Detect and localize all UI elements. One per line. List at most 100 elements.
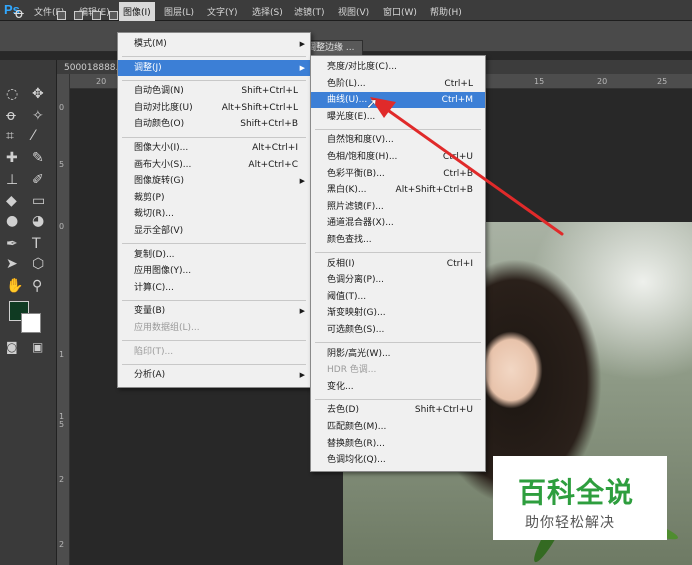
crop-tool-icon[interactable]: ⌗	[6, 128, 14, 144]
ruler-tick-label: 0	[59, 103, 65, 112]
menu-item-label: 应用图像(Y)...	[134, 266, 192, 277]
menu-8[interactable]: 窗口(W)	[383, 5, 417, 18]
add-selection-icon[interactable]	[74, 11, 83, 20]
menu-item[interactable]: 替换颜色(R)...	[311, 436, 485, 452]
menu-separator	[122, 243, 306, 245]
screen-mode-icon[interactable]: ▣	[32, 340, 43, 354]
menu-item[interactable]: 计算(C)...	[118, 280, 310, 296]
new-selection-icon[interactable]	[57, 11, 66, 20]
dodge-tool-icon[interactable]: ◕	[32, 213, 44, 229]
menu-5[interactable]: 选择(S)	[252, 5, 283, 18]
type-tool-icon[interactable]: T	[32, 236, 41, 252]
menu-9[interactable]: 帮助(H)	[430, 5, 462, 18]
shape-tool-icon[interactable]: ⬡	[32, 256, 44, 272]
menu-item-label: 去色(D)	[327, 405, 359, 416]
menu-item[interactable]: 渐变映射(G)...	[311, 305, 485, 321]
document-tab[interactable]: 500018888...	[64, 63, 124, 73]
watermark-title: 百科全说	[518, 476, 635, 509]
menu-separator	[122, 363, 306, 365]
healing-brush-icon[interactable]: ✚	[6, 150, 18, 166]
move-tool-icon[interactable]: ✥	[32, 86, 44, 102]
menu-separator	[315, 342, 481, 344]
ruler-tick-label: 15	[534, 77, 545, 86]
brush-tool-icon[interactable]: ✎	[32, 150, 44, 166]
marquee-tool-icon[interactable]: ◌	[6, 86, 18, 102]
pen-tool-icon[interactable]: ✒	[6, 236, 18, 252]
history-brush-icon[interactable]: ✐	[32, 172, 44, 188]
subtract-selection-icon[interactable]	[92, 11, 101, 20]
menu-item-shortcut: Alt+Shift+Ctrl+L	[221, 102, 298, 113]
refine-edge-button[interactable]: 调整边缘 ...	[304, 40, 364, 56]
menu-separator	[122, 299, 306, 301]
menu-item[interactable]: 裁剪(P)	[118, 190, 310, 206]
menu-item[interactable]: 阴影/高光(W)...	[311, 346, 485, 362]
menu-item[interactable]: 应用图像(Y)...	[118, 263, 310, 279]
lasso-tool-icon[interactable]: ꝋ	[14, 6, 24, 22]
menu-item[interactable]: 亮度/对比度(C)...	[311, 59, 485, 75]
menu-item-label: 渐变映射(G)...	[327, 308, 386, 319]
menu-item[interactable]: 自动颜色(O) Shift+Ctrl+B	[118, 116, 310, 132]
menu-3[interactable]: 图层(L)	[164, 5, 194, 18]
menu-item-label: 计算(C)...	[134, 282, 174, 293]
menu-item[interactable]: 分析(A) ▶	[118, 367, 310, 383]
image-menu: 模式(M) ▶ 调整(J) ▶ 自动色调(N) Shift+Ctrl+L 自动对比度(U) A…	[117, 32, 311, 388]
menu-item-label: 自动对比度(U)	[134, 102, 193, 113]
menu-item[interactable]: 自动对比度(U) Alt+Shift+Ctrl+L	[118, 100, 310, 116]
menu-item[interactable]: 图像旋转(G) ▶	[118, 173, 310, 189]
eyedropper-icon[interactable]: ⁄	[32, 128, 34, 144]
submenu-arrow-icon: ▶	[299, 177, 305, 186]
menu-item[interactable]: 裁切(R)...	[118, 206, 310, 222]
quick-mask-icon[interactable]: ◙	[6, 340, 18, 354]
clone-stamp-icon[interactable]: ⊥	[6, 172, 18, 188]
menu-separator	[315, 252, 481, 254]
submenu-arrow-icon: ▶	[299, 307, 305, 316]
blur-tool-icon[interactable]: ●	[6, 213, 18, 229]
menu-4[interactable]: 文字(Y)	[207, 5, 238, 18]
ruler-tick-label: 20	[96, 77, 107, 86]
mouse-cursor-icon: ➚	[366, 96, 378, 112]
menu-6[interactable]: 滤镜(T)	[294, 5, 325, 18]
menu-item[interactable]: 复制(D)...	[118, 247, 310, 263]
menu-item-shortcut: Shift+Ctrl+B	[240, 119, 298, 130]
menu-item-label: 色调分离(P)...	[327, 275, 385, 286]
menu-item[interactable]: 画布大小(S)... Alt+Ctrl+C	[118, 157, 310, 173]
menu-item[interactable]: 变量(B) ▶	[118, 303, 310, 319]
menu-item[interactable]: 调整(J) ▶	[118, 59, 310, 76]
menu-item[interactable]: 可选颜色(S)...	[311, 322, 485, 338]
menu-item-label: 亮度/对比度(C)...	[327, 62, 397, 72]
menu-item[interactable]: 阈值(T)...	[311, 289, 485, 305]
menu-item-label: 可选颜色(S)...	[327, 325, 385, 335]
gradient-tool-icon[interactable]: ▭	[32, 193, 45, 209]
ruler-tick-label: 1	[59, 350, 65, 359]
menu-7[interactable]: 视图(V)	[338, 5, 369, 18]
lasso-tool-icon[interactable]: ꝋ	[6, 108, 16, 124]
menu-item[interactable]: 色调分离(P)...	[311, 272, 485, 288]
menu-item[interactable]: 自动色调(N) Shift+Ctrl+L	[118, 83, 310, 99]
menu-item[interactable]: 图像大小(I)... Alt+Ctrl+I	[118, 140, 310, 156]
menu-item-label: HDR 色调...	[327, 365, 377, 376]
path-selection-icon[interactable]: ➤	[6, 256, 18, 272]
menu-item-shortcut: Alt+Ctrl+I	[252, 143, 298, 153]
menu-item[interactable]: 反相(I) Ctrl+I	[311, 256, 485, 272]
menu-item[interactable]: 色调均化(Q)...	[311, 452, 485, 468]
menu-item[interactable]: 去色(D) Shift+Ctrl+U	[311, 402, 485, 418]
intersect-selection-icon[interactable]	[109, 11, 118, 20]
eraser-tool-icon[interactable]: ◆	[6, 193, 17, 209]
menu-item-label: 反相(I)	[327, 258, 355, 269]
menu-item-label: 匹配颜色(M)...	[327, 422, 387, 432]
menu-item-label: 图像大小(I)...	[134, 143, 189, 153]
menu-item[interactable]: 匹配颜色(M)...	[311, 419, 485, 435]
ruler-tick-label: 20	[597, 77, 608, 86]
menu-item[interactable]: 显示全部(V)	[118, 223, 310, 239]
ruler-tick-label: 2	[59, 540, 65, 549]
magic-wand-icon[interactable]: ✧	[32, 108, 44, 124]
menu-2[interactable]: 图像(I)	[119, 2, 155, 21]
background-color-swatch[interactable]	[21, 313, 41, 333]
zoom-tool-icon[interactable]: ⚲	[32, 278, 42, 294]
menu-item: 陷印(T)...	[118, 344, 310, 360]
menu-item[interactable]: 变化...	[311, 379, 485, 395]
menu-item-label: 自动颜色(O)	[134, 119, 185, 130]
menu-separator	[122, 136, 306, 138]
menu-item[interactable]: 模式(M) ▶	[118, 36, 310, 52]
hand-tool-icon[interactable]: ✋	[6, 278, 23, 294]
